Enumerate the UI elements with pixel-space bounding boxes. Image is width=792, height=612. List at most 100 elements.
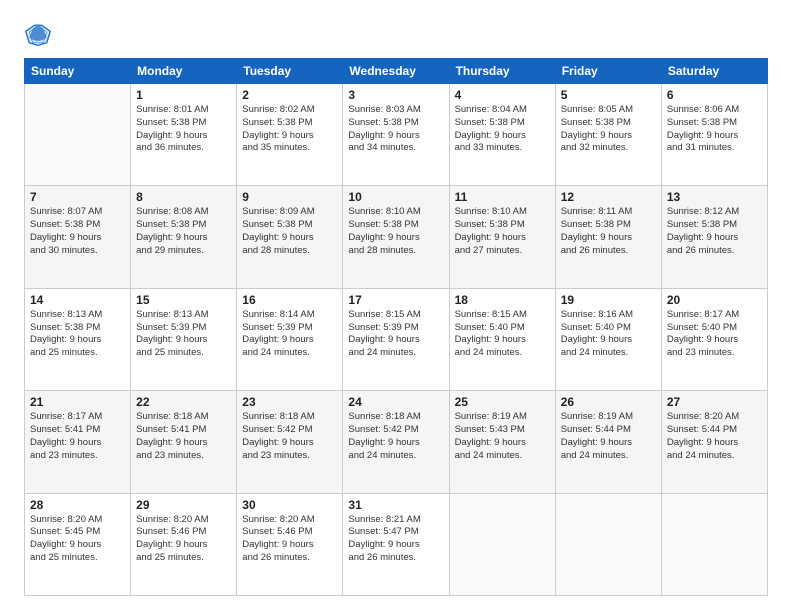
calendar-cell: 24 Sunrise: 8:18 AM Sunset: 5:42 PM Dayli… — [343, 391, 449, 493]
day-info: Sunrise: 8:19 AM Sunset: 5:44 PM Dayligh… — [561, 411, 656, 462]
calendar-cell: 8 Sunrise: 8:08 AM Sunset: 5:38 PM Daylig… — [131, 186, 237, 288]
day-info: Sunrise: 8:16 AM Sunset: 5:40 PM Dayligh… — [561, 309, 656, 360]
weekday-saturday: Saturday — [661, 59, 767, 84]
day-number: 8 — [136, 190, 231, 204]
day-info: Sunrise: 8:08 AM Sunset: 5:38 PM Dayligh… — [136, 206, 231, 257]
day-info: Sunrise: 8:20 AM Sunset: 5:44 PM Dayligh… — [667, 411, 762, 462]
calendar-cell: 19 Sunrise: 8:16 AM Sunset: 5:40 PM Dayli… — [555, 288, 661, 390]
day-info: Sunrise: 8:06 AM Sunset: 5:38 PM Dayligh… — [667, 104, 762, 155]
day-number: 5 — [561, 88, 656, 102]
day-number: 10 — [348, 190, 443, 204]
calendar-cell — [449, 493, 555, 595]
day-number: 17 — [348, 293, 443, 307]
logo — [24, 20, 56, 48]
calendar-cell: 1 Sunrise: 8:01 AM Sunset: 5:38 PM Daylig… — [131, 84, 237, 186]
day-number: 14 — [30, 293, 125, 307]
day-number: 18 — [455, 293, 550, 307]
calendar-cell: 5 Sunrise: 8:05 AM Sunset: 5:38 PM Daylig… — [555, 84, 661, 186]
calendar-cell: 2 Sunrise: 8:02 AM Sunset: 5:38 PM Daylig… — [237, 84, 343, 186]
calendar-cell: 11 Sunrise: 8:10 AM Sunset: 5:38 PM Dayli… — [449, 186, 555, 288]
day-info: Sunrise: 8:20 AM Sunset: 5:46 PM Dayligh… — [242, 514, 337, 565]
calendar-cell: 10 Sunrise: 8:10 AM Sunset: 5:38 PM Dayli… — [343, 186, 449, 288]
day-info: Sunrise: 8:02 AM Sunset: 5:38 PM Dayligh… — [242, 104, 337, 155]
calendar-cell: 6 Sunrise: 8:06 AM Sunset: 5:38 PM Daylig… — [661, 84, 767, 186]
calendar-cell: 7 Sunrise: 8:07 AM Sunset: 5:38 PM Daylig… — [25, 186, 131, 288]
day-number: 11 — [455, 190, 550, 204]
day-info: Sunrise: 8:04 AM Sunset: 5:38 PM Dayligh… — [455, 104, 550, 155]
day-number: 29 — [136, 498, 231, 512]
day-number: 30 — [242, 498, 337, 512]
day-info: Sunrise: 8:17 AM Sunset: 5:40 PM Dayligh… — [667, 309, 762, 360]
day-number: 2 — [242, 88, 337, 102]
calendar-cell: 20 Sunrise: 8:17 AM Sunset: 5:40 PM Dayli… — [661, 288, 767, 390]
day-info: Sunrise: 8:19 AM Sunset: 5:43 PM Dayligh… — [455, 411, 550, 462]
day-number: 1 — [136, 88, 231, 102]
day-number: 22 — [136, 395, 231, 409]
calendar-cell: 16Sunrise: 8:14 AM Sunset: 5:39 PM Dayli… — [237, 288, 343, 390]
calendar-cell: 12 Sunrise: 8:11 AM Sunset: 5:38 PM Dayli… — [555, 186, 661, 288]
calendar-cell — [25, 84, 131, 186]
calendar-cell: 21Sunrise: 8:17 AM Sunset: 5:41 PM Dayli… — [25, 391, 131, 493]
header — [24, 20, 768, 48]
calendar-cell: 29Sunrise: 8:20 AM Sunset: 5:46 PM Dayli… — [131, 493, 237, 595]
day-number: 28 — [30, 498, 125, 512]
day-number: 20 — [667, 293, 762, 307]
calendar-cell: 27Sunrise: 8:20 AM Sunset: 5:44 PM Dayli… — [661, 391, 767, 493]
weekday-tuesday: Tuesday — [237, 59, 343, 84]
day-number: 19 — [561, 293, 656, 307]
day-info: Sunrise: 8:18 AM Sunset: 5:42 PM Dayligh… — [242, 411, 337, 462]
calendar-cell: 31 Sunrise: 8:21 AM Sunset: 5:47 PM Dayli… — [343, 493, 449, 595]
calendar-cell: 25Sunrise: 8:19 AM Sunset: 5:43 PM Dayli… — [449, 391, 555, 493]
day-info: Sunrise: 8:01 AM Sunset: 5:38 PM Dayligh… — [136, 104, 231, 155]
weekday-thursday: Thursday — [449, 59, 555, 84]
day-info: Sunrise: 8:07 AM Sunset: 5:38 PM Dayligh… — [30, 206, 125, 257]
day-number: 31 — [348, 498, 443, 512]
day-info: Sunrise: 8:17 AM Sunset: 5:41 PM Dayligh… — [30, 411, 125, 462]
calendar-week-row: 14 Sunrise: 8:13 AM Sunset: 5:38 PM Dayli… — [25, 288, 768, 390]
day-info: Sunrise: 8:05 AM Sunset: 5:38 PM Dayligh… — [561, 104, 656, 155]
calendar-cell: 4 Sunrise: 8:04 AM Sunset: 5:38 PM Daylig… — [449, 84, 555, 186]
calendar-week-row: 1 Sunrise: 8:01 AM Sunset: 5:38 PM Daylig… — [25, 84, 768, 186]
day-number: 24 — [348, 395, 443, 409]
day-info: Sunrise: 8:10 AM Sunset: 5:38 PM Dayligh… — [455, 206, 550, 257]
calendar-table: SundayMondayTuesdayWednesdayThursdayFrid… — [24, 58, 768, 596]
day-number: 4 — [455, 88, 550, 102]
day-info: Sunrise: 8:12 AM Sunset: 5:38 PM Dayligh… — [667, 206, 762, 257]
day-number: 13 — [667, 190, 762, 204]
weekday-header-row: SundayMondayTuesdayWednesdayThursdayFrid… — [25, 59, 768, 84]
day-info: Sunrise: 8:03 AM Sunset: 5:38 PM Dayligh… — [348, 104, 443, 155]
calendar-cell: 3 Sunrise: 8:03 AM Sunset: 5:38 PM Daylig… — [343, 84, 449, 186]
day-number: 9 — [242, 190, 337, 204]
weekday-wednesday: Wednesday — [343, 59, 449, 84]
calendar-cell: 13 Sunrise: 8:12 AM Sunset: 5:38 PM Dayli… — [661, 186, 767, 288]
calendar-cell: 28 Sunrise: 8:20 AM Sunset: 5:45 PM Dayli… — [25, 493, 131, 595]
calendar-cell: 23Sunrise: 8:18 AM Sunset: 5:42 PM Dayli… — [237, 391, 343, 493]
calendar-cell: 18Sunrise: 8:15 AM Sunset: 5:40 PM Dayli… — [449, 288, 555, 390]
page: SundayMondayTuesdayWednesdayThursdayFrid… — [0, 0, 792, 612]
calendar-cell — [661, 493, 767, 595]
calendar-cell: 9 Sunrise: 8:09 AM Sunset: 5:38 PM Daylig… — [237, 186, 343, 288]
day-info: Sunrise: 8:10 AM Sunset: 5:38 PM Dayligh… — [348, 206, 443, 257]
day-number: 3 — [348, 88, 443, 102]
calendar-week-row: 28 Sunrise: 8:20 AM Sunset: 5:45 PM Dayli… — [25, 493, 768, 595]
calendar-cell: 22Sunrise: 8:18 AM Sunset: 5:41 PM Dayli… — [131, 391, 237, 493]
weekday-monday: Monday — [131, 59, 237, 84]
day-info: Sunrise: 8:11 AM Sunset: 5:38 PM Dayligh… — [561, 206, 656, 257]
calendar-cell — [555, 493, 661, 595]
calendar-cell: 14 Sunrise: 8:13 AM Sunset: 5:38 PM Dayli… — [25, 288, 131, 390]
day-info: Sunrise: 8:18 AM Sunset: 5:42 PM Dayligh… — [348, 411, 443, 462]
day-number: 12 — [561, 190, 656, 204]
calendar-cell: 26Sunrise: 8:19 AM Sunset: 5:44 PM Dayli… — [555, 391, 661, 493]
day-number: 15 — [136, 293, 231, 307]
day-info: Sunrise: 8:13 AM Sunset: 5:38 PM Dayligh… — [30, 309, 125, 360]
day-info: Sunrise: 8:09 AM Sunset: 5:38 PM Dayligh… — [242, 206, 337, 257]
day-number: 7 — [30, 190, 125, 204]
day-info: Sunrise: 8:20 AM Sunset: 5:45 PM Dayligh… — [30, 514, 125, 565]
day-info: Sunrise: 8:21 AM Sunset: 5:47 PM Dayligh… — [348, 514, 443, 565]
calendar-cell: 17Sunrise: 8:15 AM Sunset: 5:39 PM Dayli… — [343, 288, 449, 390]
logo-icon — [24, 20, 52, 48]
calendar-cell: 15Sunrise: 8:13 AM Sunset: 5:39 PM Dayli… — [131, 288, 237, 390]
day-number: 6 — [667, 88, 762, 102]
weekday-sunday: Sunday — [25, 59, 131, 84]
day-number: 16 — [242, 293, 337, 307]
